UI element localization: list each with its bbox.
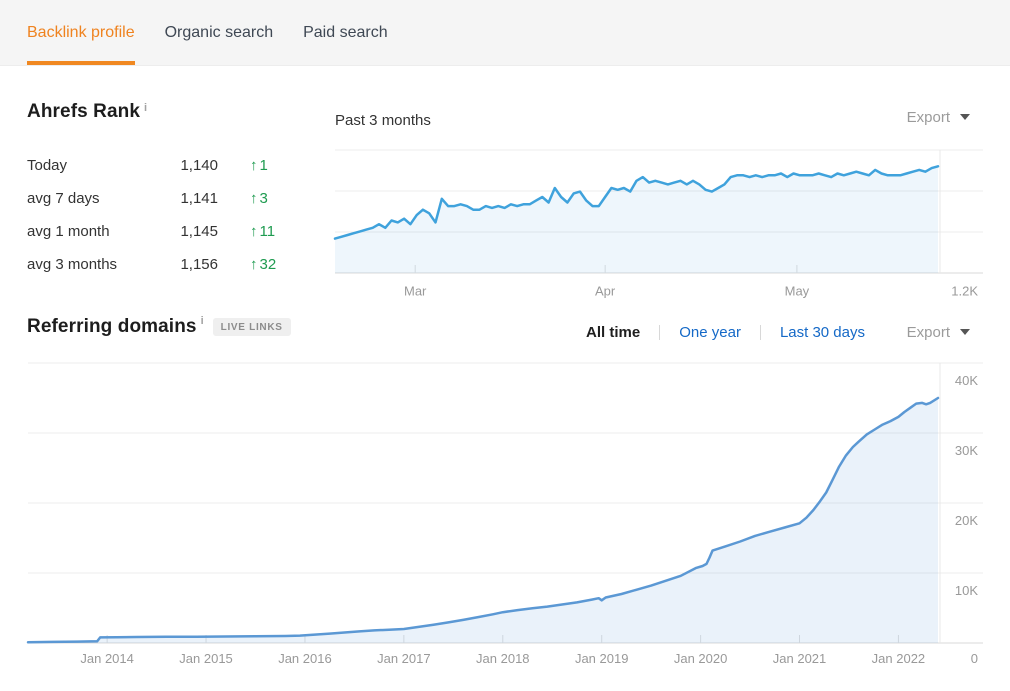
section-tab-bar: Backlink profile Organic search Paid sea… [0, 0, 1010, 66]
filter-all-time[interactable]: All time [586, 324, 640, 341]
x-tick-label: May [785, 284, 810, 299]
y-tick-label: 0 [971, 651, 978, 666]
divider [659, 325, 660, 340]
ahrefs-site-overview: Backlink profile Organic search Paid sea… [0, 0, 1010, 691]
export-button[interactable]: Export [907, 107, 970, 127]
y-tick-label: 20K [955, 513, 978, 528]
rank-row-value: 1,156 [162, 256, 218, 273]
x-tick-label: Jan 2019 [575, 651, 629, 666]
x-tick-label: Jan 2018 [476, 651, 530, 666]
ahrefs-rank-table: Today 1,140 ↑1 avg 7 days 1,141 ↑3 avg 1… [27, 149, 327, 281]
rank-row-label: avg 3 months [27, 256, 162, 273]
rank-delta-number: 11 [260, 223, 276, 240]
referring-domains-heading: Referring domains i LIVE LINKS [27, 316, 291, 338]
filter-last-30-days[interactable]: Last 30 days [780, 324, 865, 341]
referring-domains-title: Referring domains [27, 316, 197, 338]
rank-chart-title: Past 3 months [335, 112, 431, 129]
chevron-down-icon [960, 114, 970, 120]
ahrefs-rank-heading: Ahrefs Rank i [27, 101, 147, 123]
rank-delta-number: 1 [260, 157, 268, 174]
export-button[interactable]: Export [907, 322, 970, 342]
rank-row-value: 1,141 [162, 190, 218, 207]
y-tick-label: 30K [955, 443, 978, 458]
x-tick-label: Jan 2017 [377, 651, 431, 666]
y-tick-label: 40K [955, 373, 978, 388]
ahrefs-rank-trend-chart: Mar Apr May 1.2K [328, 140, 1010, 305]
export-label: Export [907, 324, 950, 341]
x-tick-label: Jan 2020 [674, 651, 728, 666]
tab-organic-search[interactable]: Organic search [165, 0, 274, 65]
y-tick-label: 1.2K [951, 284, 978, 299]
export-label: Export [907, 109, 950, 126]
info-icon[interactable]: i [144, 102, 147, 114]
chevron-down-icon [960, 329, 970, 335]
rank-row-value: 1,145 [162, 223, 218, 240]
rank-row-delta: ↑11 [218, 223, 327, 240]
rank-row-label: avg 7 days [27, 190, 162, 207]
x-tick-label: Jan 2021 [773, 651, 827, 666]
x-tick-label: Jan 2016 [278, 651, 332, 666]
x-tick-label: Jan 2015 [179, 651, 233, 666]
x-tick-label: Jan 2014 [80, 651, 134, 666]
rank-delta-number: 3 [260, 190, 268, 207]
up-arrow-icon: ↑ [250, 157, 258, 174]
live-links-badge: LIVE LINKS [213, 318, 291, 336]
up-arrow-icon: ↑ [250, 256, 258, 273]
up-arrow-icon: ↑ [250, 190, 258, 207]
rank-row-value: 1,140 [162, 157, 218, 174]
table-row: avg 3 months 1,156 ↑32 [27, 248, 327, 281]
table-row: avg 1 month 1,145 ↑11 [27, 215, 327, 248]
x-tick-label: Jan 2022 [872, 651, 926, 666]
up-arrow-icon: ↑ [250, 223, 258, 240]
tab-paid-search[interactable]: Paid search [303, 0, 388, 65]
filter-one-year[interactable]: One year [679, 324, 741, 341]
rank-row-delta: ↑1 [218, 157, 327, 174]
ahrefs-rank-title: Ahrefs Rank [27, 101, 140, 122]
x-tick-label: Apr [595, 284, 616, 299]
rank-delta-number: 32 [260, 256, 277, 273]
rank-row-label: avg 1 month [27, 223, 162, 240]
divider [760, 325, 761, 340]
x-tick-label: Mar [404, 284, 427, 299]
time-range-filters: All time One year Last 30 days [586, 322, 865, 342]
referring-domains-history-chart: 40K 30K 20K 10K 0 Jan 2014 Jan 2015 Jan 2016 Jan… [20, 355, 1010, 691]
table-row: avg 7 days 1,141 ↑3 [27, 182, 327, 215]
rank-row-delta: ↑3 [218, 190, 327, 207]
rank-row-label: Today [27, 157, 162, 174]
rank-row-delta: ↑32 [218, 256, 327, 273]
y-tick-label: 10K [955, 583, 978, 598]
tab-backlink-profile[interactable]: Backlink profile [27, 0, 135, 65]
info-icon[interactable]: i [201, 315, 204, 327]
table-row: Today 1,140 ↑1 [27, 149, 327, 182]
